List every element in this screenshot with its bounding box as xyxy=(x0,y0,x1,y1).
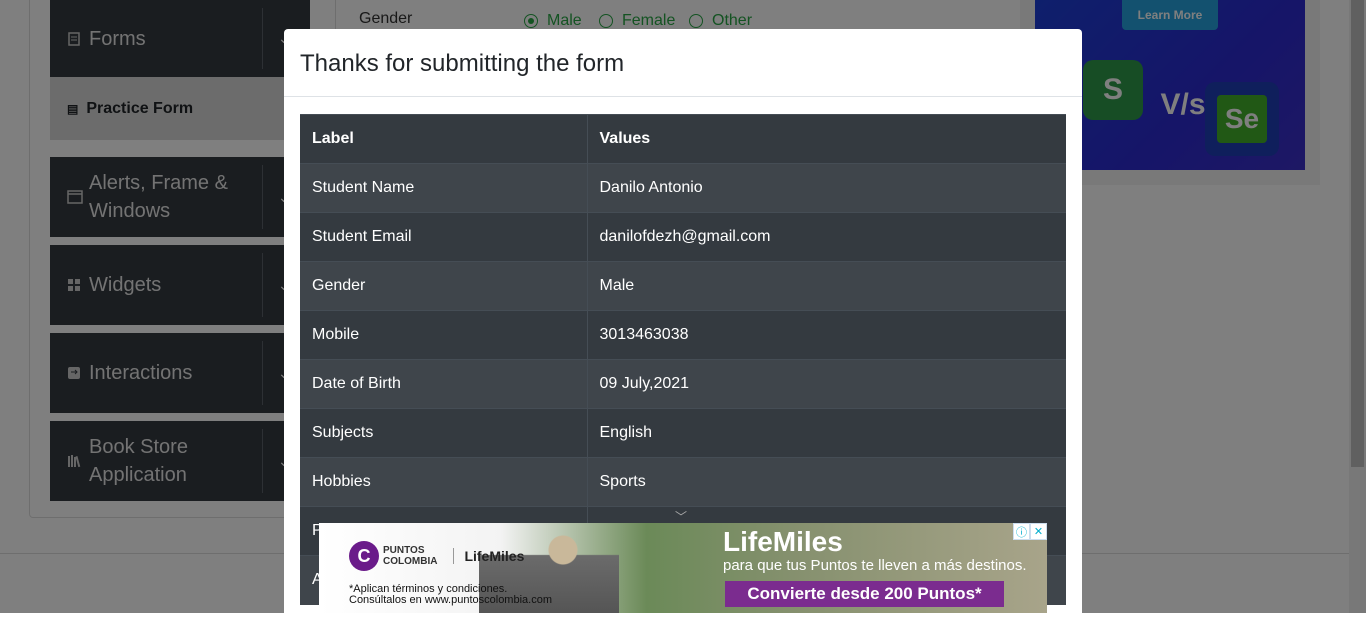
partner-name: LifeMiles xyxy=(453,548,524,564)
brand-line-2: COLOMBIA xyxy=(383,556,438,567)
row-value: Sports xyxy=(587,457,1066,507)
brand-name: PUNTOS COLOMBIA xyxy=(383,545,437,567)
row-label: Hobbies xyxy=(300,457,588,507)
column-header-label: Label xyxy=(300,114,588,164)
row-value: 3013463038 xyxy=(587,310,1066,360)
row-value: danilofdezh@gmail.com xyxy=(587,212,1066,262)
ad-cta-button[interactable]: Convierte desde 200 Puntos* xyxy=(725,581,1004,607)
ad-brand: C PUNTOS COLOMBIA LifeMiles xyxy=(349,541,524,571)
column-header-values: Values xyxy=(587,114,1066,164)
fine-print-line-2: Consúltalos en www.puntoscolombia.com xyxy=(349,594,552,606)
puntos-logo-icon: C xyxy=(349,541,379,571)
table-row: Student Name Danilo Antonio xyxy=(300,163,1066,213)
row-label: Student Email xyxy=(300,212,588,262)
row-label: Date of Birth xyxy=(300,359,588,409)
modal-header: Thanks for submitting the form xyxy=(284,29,1082,97)
table-row: Date of Birth 09 July,2021 xyxy=(300,359,1066,409)
ad-headline: LifeMiles xyxy=(723,526,843,557)
row-label: Student Name xyxy=(300,163,588,213)
brand-line-1: PUNTOS xyxy=(383,545,425,556)
table-header-row: Label Values xyxy=(300,114,1066,164)
table-row: Hobbies Sports xyxy=(300,457,1066,507)
row-label: Mobile xyxy=(300,310,588,360)
ad-close-icon[interactable]: ✕ xyxy=(1030,523,1047,540)
modal-title: Thanks for submitting the form xyxy=(300,50,625,77)
row-label: Subjects xyxy=(300,408,588,458)
row-value: English xyxy=(587,408,1066,458)
row-value: Male xyxy=(587,261,1066,311)
ad-fine-print: *Aplican términos y condiciones. Consúlt… xyxy=(349,584,552,606)
ad-subheadline: para que tus Puntos te lleven a más dest… xyxy=(723,557,1027,574)
bottom-advertisement[interactable]: C PUNTOS COLOMBIA LifeMiles *Aplican tér… xyxy=(319,523,1047,613)
row-value: 09 July,2021 xyxy=(587,359,1066,409)
table-row: Subjects English xyxy=(300,408,1066,458)
table-row: Mobile 3013463038 xyxy=(300,310,1066,360)
row-label: Gender xyxy=(300,261,588,311)
table-row: Student Email danilofdezh@gmail.com xyxy=(300,212,1066,262)
ad-info-icon[interactable]: ⓘ xyxy=(1013,523,1030,540)
ad-controls: ⓘ ✕ xyxy=(1013,523,1047,540)
row-value: Danilo Antonio xyxy=(587,163,1066,213)
table-row: Gender Male xyxy=(300,261,1066,311)
